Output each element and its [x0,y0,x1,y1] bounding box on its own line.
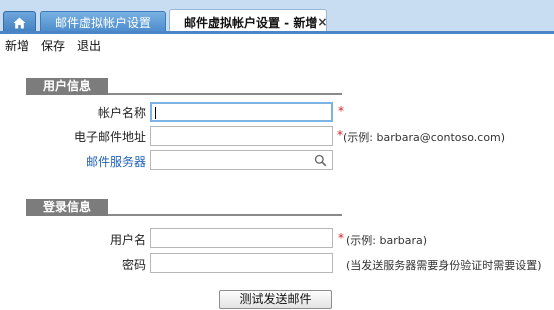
username-label: 用户名 [109,233,146,247]
account-name-label: 帐户名称 [97,106,146,120]
email-input[interactable] [150,126,333,146]
email-hint: (示例: barbara@contoso.com) [343,131,506,144]
section-title: 登录信息 [26,199,108,216]
exit-button[interactable]: 退出 [77,37,101,55]
section-user-info: 用户信息 [26,78,342,95]
password-label: 密码 [121,258,146,272]
test-send-mail-button[interactable]: 测试发送邮件 [219,290,332,309]
tab-bar: 邮件虚拟帐户设置 邮件虚拟帐户设置 - 新增 × [0,0,554,34]
username-input[interactable] [150,228,333,248]
username-hint: (示例: barbara) [346,234,428,247]
section-login-info: 登录信息 [26,199,342,216]
search-icon[interactable] [314,154,327,167]
section-title: 用户信息 [26,78,108,95]
tab-bar-underline [0,31,554,34]
save-button[interactable]: 保存 [41,37,65,55]
mail-server-link[interactable]: 邮件服务器 [86,153,146,170]
new-button[interactable]: 新增 [5,37,29,55]
password-hint: (当发送服务器需要身份验证时需要设置) [346,259,542,272]
mail-server-lookup[interactable] [150,150,333,170]
close-icon[interactable]: × [317,15,327,29]
tab-mail-virtual-account-settings[interactable]: 邮件虚拟帐户设置 [40,11,166,33]
required-mark: * [338,104,344,118]
email-label: 电子邮件地址 [73,130,146,144]
tab-label: 邮件虚拟帐户设置 - 新增 [184,15,318,30]
required-mark: * [338,231,344,245]
tab-label: 邮件虚拟帐户设置 [55,16,152,30]
toolbar: 新增 保存 退出 [0,37,113,55]
password-input[interactable] [150,253,333,273]
text-caret [155,107,156,119]
account-name-input[interactable] [150,102,333,122]
home-tab[interactable] [3,11,36,33]
home-icon [13,17,26,28]
